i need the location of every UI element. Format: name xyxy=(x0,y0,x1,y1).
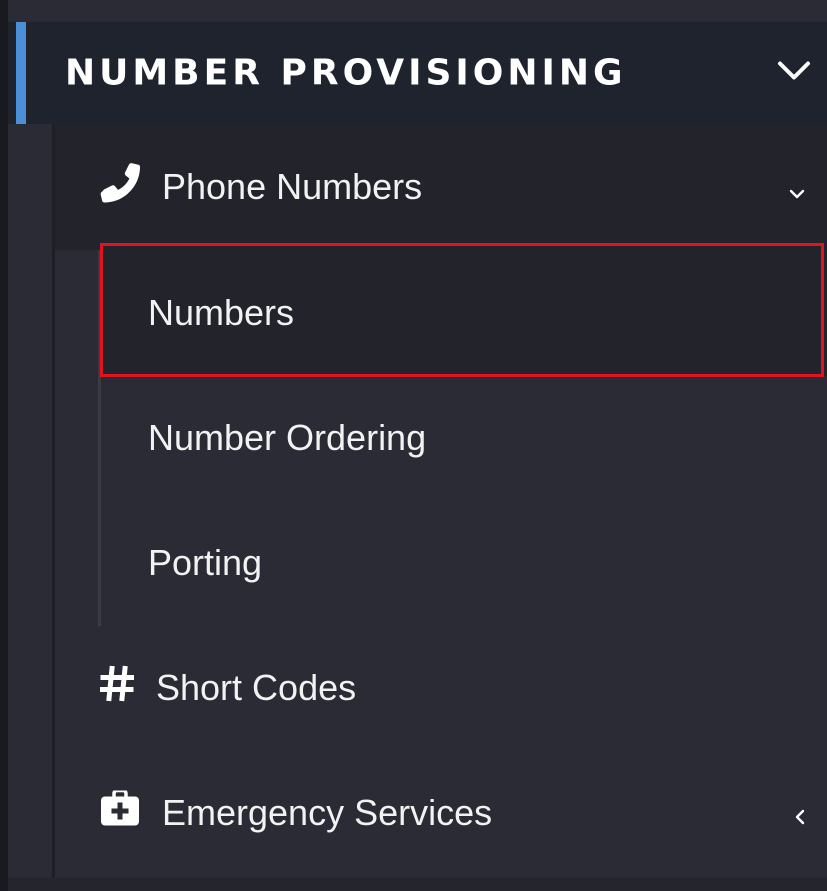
sub-item-label: Number Ordering xyxy=(148,417,427,458)
nav-item-label: Phone Numbers xyxy=(162,166,423,207)
sub-item-numbers[interactable]: Numbers xyxy=(101,250,827,376)
sidebar-nav: NUMBER PROVISIONING Phone Numbers Number… xyxy=(0,0,827,891)
hash-icon xyxy=(99,665,135,711)
sub-item-porting[interactable]: Porting xyxy=(101,500,827,626)
sub-item-label: Porting xyxy=(148,542,263,583)
nav-item-label: Emergency Services xyxy=(162,792,493,833)
nav-item-label: Short Codes xyxy=(156,667,357,708)
phone-icon xyxy=(100,163,140,212)
section-accent-bar xyxy=(16,22,26,124)
chevron-down-icon[interactable] xyxy=(789,166,805,208)
nav-item-phone-numbers[interactable]: Phone Numbers xyxy=(55,124,827,250)
section-header-number-provisioning[interactable]: NUMBER PROVISIONING xyxy=(8,22,827,124)
sub-item-number-ordering[interactable]: Number Ordering xyxy=(101,375,827,501)
nav-item-short-codes[interactable]: Short Codes xyxy=(55,625,827,751)
chevron-left-icon[interactable] xyxy=(795,792,805,834)
sub-item-label: Numbers xyxy=(148,292,295,333)
nav-item-emergency-services[interactable]: Emergency Services xyxy=(55,750,827,876)
chevron-down-icon[interactable] xyxy=(777,60,811,87)
medical-kit-icon xyxy=(100,788,140,836)
section-title: NUMBER PROVISIONING xyxy=(65,52,627,94)
bottom-strip xyxy=(8,878,827,891)
top-strip xyxy=(8,0,827,22)
left-gutter xyxy=(0,0,8,891)
